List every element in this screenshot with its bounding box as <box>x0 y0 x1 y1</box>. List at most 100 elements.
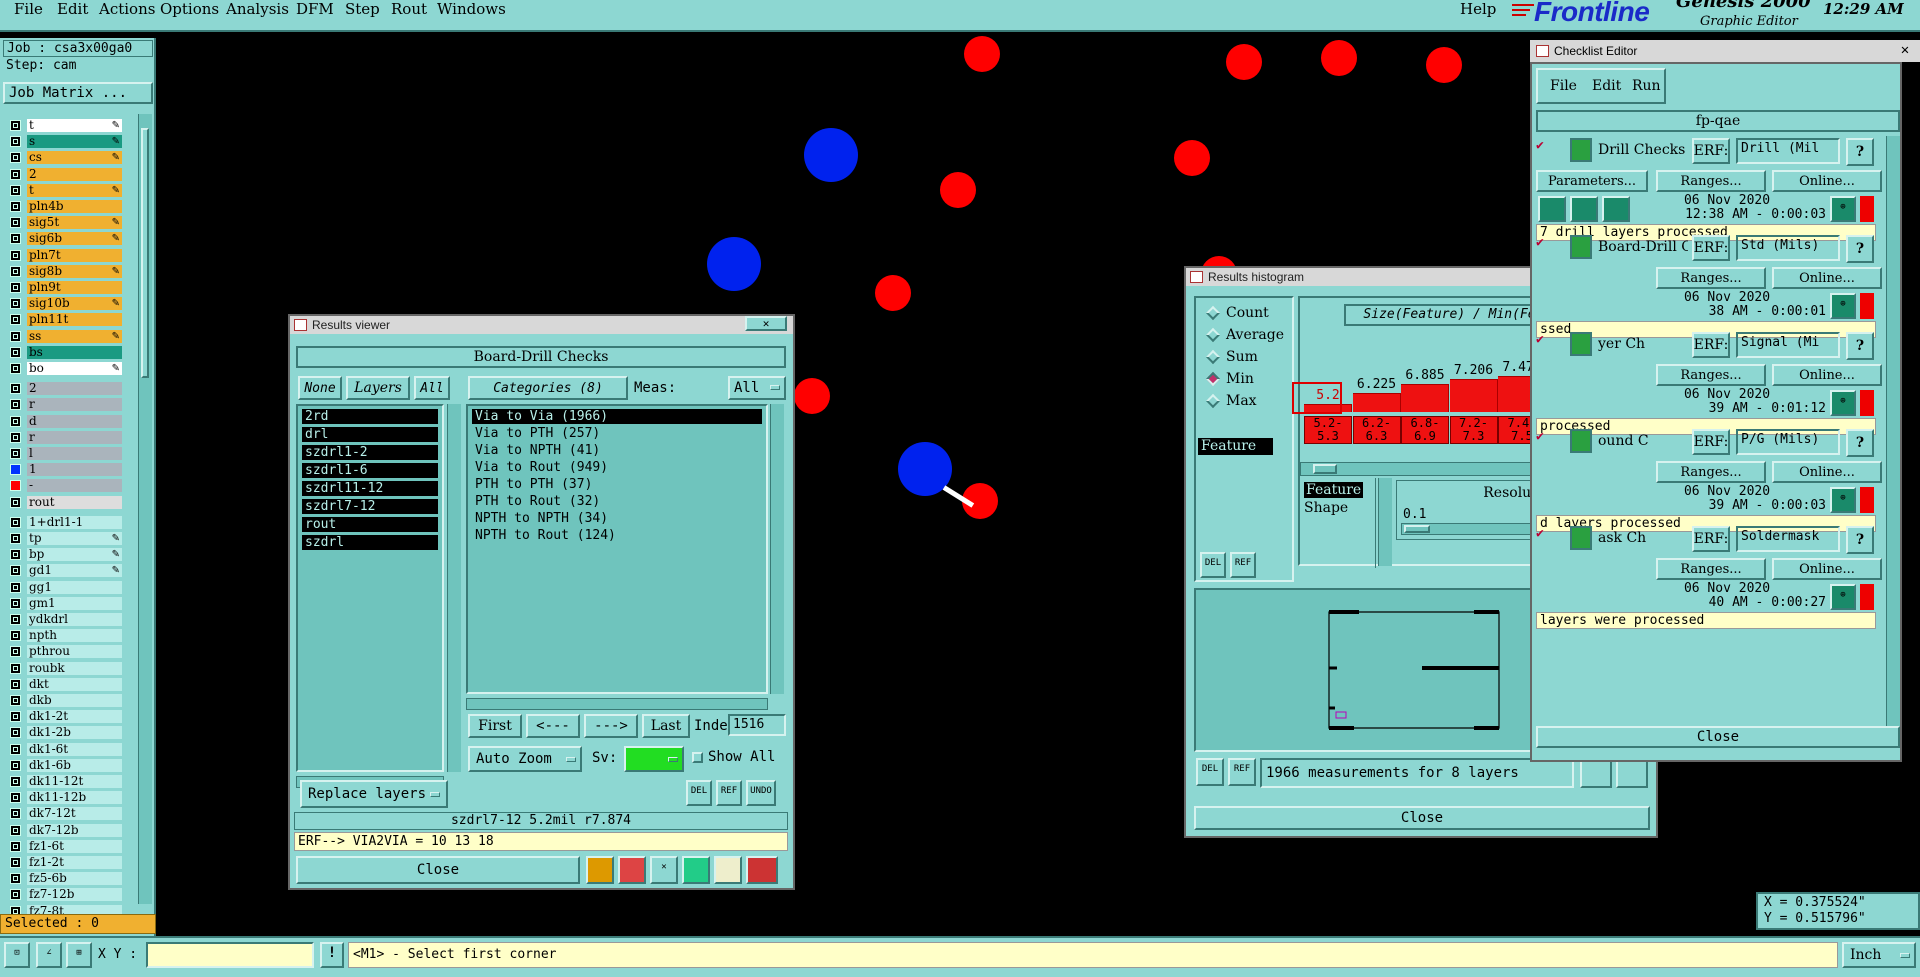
layer-row[interactable]: t ✎ <box>4 183 124 198</box>
layer-checkbox[interactable] <box>10 533 21 544</box>
job-matrix-button[interactable]: Job Matrix ... <box>3 82 153 104</box>
undo-icon[interactable]: UNDO <box>746 780 776 806</box>
erf-button[interactable]: ERF: <box>1692 526 1730 552</box>
layer-checkbox[interactable] <box>10 120 21 131</box>
layer-checkbox[interactable] <box>10 282 21 293</box>
check-enabled-icon[interactable]: ✔ <box>1536 139 1550 154</box>
category-list-item[interactable]: PTH to PTH (37) <box>472 477 762 492</box>
highlight-tool-icon[interactable] <box>586 856 614 884</box>
run-icon[interactable] <box>1602 196 1630 222</box>
checklist-scrollbar[interactable] <box>1886 136 1900 726</box>
layer-row[interactable]: dk1-6t <box>4 742 124 757</box>
layer-row[interactable]: sig5t ✎ <box>4 215 124 230</box>
erf-button[interactable]: ERF: <box>1692 429 1730 455</box>
radio-min[interactable]: Min <box>1202 368 1254 390</box>
layer-row[interactable]: ss ✎ <box>4 329 124 344</box>
layer-checkbox[interactable] <box>10 662 21 674</box>
meas-dropdown[interactable]: All <box>728 376 786 400</box>
ranges-button[interactable]: Ranges... <box>1656 267 1766 289</box>
layer-row[interactable]: dk7-12t <box>4 806 124 821</box>
layer-checkbox[interactable] <box>10 265 21 277</box>
layer-row[interactable]: 2 <box>4 167 124 182</box>
category-list-item[interactable]: Via to PTH (257) <box>472 426 762 441</box>
layer-row[interactable]: sig6b ✎ <box>4 231 124 246</box>
ranges-button[interactable]: Ranges... <box>1656 558 1766 580</box>
alert-icon[interactable]: ! <box>320 942 344 968</box>
histogram-bar[interactable] <box>1401 383 1449 412</box>
layer-checkbox[interactable] <box>10 759 21 771</box>
layer-checkbox[interactable] <box>10 581 21 593</box>
categories-list[interactable]: Via to Via (1966) Via to PTH (257) Via to … <box>466 404 768 694</box>
layer-checkbox[interactable] <box>10 824 21 836</box>
layer-checkbox[interactable] <box>10 565 21 577</box>
layer-checkbox[interactable] <box>10 792 21 804</box>
first-button[interactable]: First <box>468 714 522 738</box>
del-icon[interactable]: DEL <box>1196 758 1224 786</box>
layer-row[interactable]: d <box>4 414 124 429</box>
layer-checkbox[interactable] <box>10 346 21 358</box>
layer-list-item[interactable]: drl <box>302 427 438 442</box>
show-all-checkbox[interactable] <box>692 752 703 763</box>
attr-feature[interactable]: Feature <box>1304 482 1364 498</box>
units-dropdown[interactable]: Inch <box>1842 942 1916 968</box>
radio-max[interactable]: Max <box>1202 390 1257 412</box>
zoom-icon[interactable]: ⊕ <box>1830 196 1856 222</box>
layer-checkbox[interactable] <box>10 136 21 148</box>
layer-checkbox[interactable] <box>10 711 21 723</box>
layer-list-item[interactable]: szdrl1-2 <box>302 445 438 460</box>
radio-sum[interactable]: Sum <box>1202 346 1258 368</box>
layer-list-item[interactable]: 2rd <box>302 409 438 424</box>
layer-checkbox[interactable] <box>10 233 21 245</box>
layer-row[interactable]: t ✎ <box>4 118 124 133</box>
layer-row[interactable]: bp ✎ <box>4 547 124 562</box>
menu-edit[interactable]: Edit <box>57 0 88 18</box>
window-close-button[interactable]: ✕ <box>745 316 787 331</box>
layer-checkbox[interactable] <box>10 549 21 561</box>
menu-analysis[interactable]: Analysis <box>226 0 289 18</box>
layer-row[interactable]: cs ✎ <box>4 150 124 165</box>
ref-icon[interactable]: REF <box>1230 552 1256 578</box>
menu-step[interactable]: Step <box>345 0 380 18</box>
check-enabled-icon[interactable]: ✔ <box>1536 430 1550 445</box>
layer-checkbox[interactable] <box>10 201 21 212</box>
checklist-menu-edit[interactable]: Edit <box>1592 78 1621 94</box>
replace-layers-dropdown[interactable]: Replace layers <box>300 780 448 808</box>
layer-checkbox[interactable] <box>10 448 21 459</box>
layer-checkbox[interactable] <box>10 431 21 443</box>
zoom-icon[interactable]: ⊕ <box>1830 487 1856 513</box>
category-list-item[interactable]: Via to Via (1966) <box>472 409 762 424</box>
erf-field[interactable]: Signal (Mi <box>1736 332 1840 358</box>
layer-row[interactable]: dk1-2b <box>4 725 124 740</box>
help-button[interactable]: ? <box>1846 138 1874 166</box>
layer-list-scrollbar[interactable] <box>138 114 152 904</box>
layer-row[interactable]: rout <box>4 495 124 510</box>
help-button[interactable]: ? <box>1846 332 1874 360</box>
layer-checkbox[interactable] <box>10 496 21 508</box>
erf-field[interactable]: Soldermask <box>1736 526 1840 552</box>
none-button[interactable]: None <box>298 376 342 400</box>
report-icon[interactable] <box>682 856 710 884</box>
layer-checkbox[interactable] <box>10 857 21 868</box>
delete-results-icon[interactable]: ✕ <box>650 856 678 884</box>
run-icon[interactable] <box>1570 196 1598 222</box>
zoom-all-icon[interactable] <box>1616 758 1648 788</box>
check-enabled-icon[interactable]: ✔ <box>1536 333 1550 348</box>
layer-checkbox[interactable] <box>10 217 21 229</box>
layer-row[interactable]: pln7t <box>4 248 124 263</box>
layer-row[interactable]: gd1 ✎ <box>4 563 124 578</box>
histogram-bar[interactable] <box>1449 379 1498 412</box>
checklist-close-button[interactable]: Close <box>1536 726 1900 748</box>
menu-file[interactable]: File <box>14 0 43 18</box>
layer-checkbox[interactable] <box>10 597 21 609</box>
layer-row[interactable]: sig8b ✎ <box>4 264 124 279</box>
layer-checkbox[interactable] <box>10 464 21 476</box>
erf-field[interactable]: Std (Mils) <box>1736 235 1840 261</box>
zoom-icon[interactable]: ⊕ <box>1830 390 1856 416</box>
layer-checkbox[interactable] <box>10 399 21 411</box>
next-button[interactable]: ---> <box>584 714 638 738</box>
layer-row[interactable]: dk11-12t <box>4 774 124 789</box>
layer-row[interactable]: ydkdrl <box>4 612 124 627</box>
menu-windows[interactable]: Windows <box>437 0 506 18</box>
zoom-selected-icon[interactable] <box>1580 758 1612 788</box>
menu-actions[interactable]: Actions <box>99 0 155 18</box>
